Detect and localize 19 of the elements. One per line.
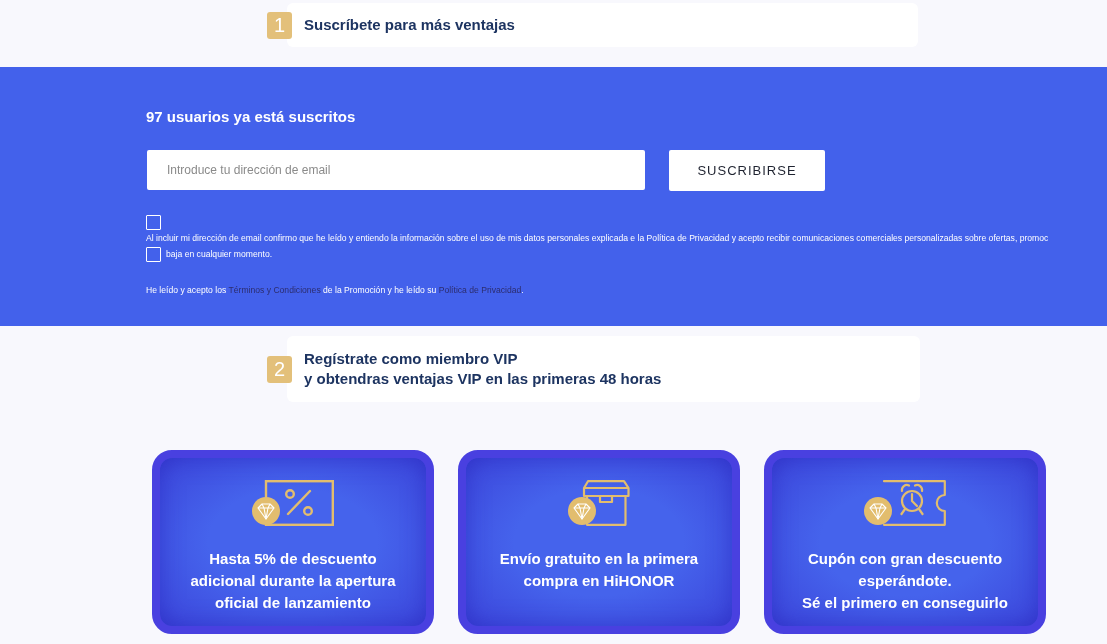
box-diamond-icon [568, 480, 630, 526]
subscriber-count: 97 usuarios ya está suscritos [146, 108, 356, 126]
inline-link[interactable]: Términos y Condiciones [228, 285, 321, 295]
consent-text: Al incluir mi dirección de email confirmo que he leído y entiendo la información sobre el uso de mis datos personales explicada e la Política de Privacidad y acepto recibir comunicaciones comerciales personalizadas sobre ofertas, promoc [146, 232, 1049, 245]
consent-checkbox[interactable] [146, 215, 161, 230]
email-field[interactable]: Introduce tu dirección de email [147, 150, 645, 190]
step-title: Suscríbete para más ventajas [304, 15, 515, 35]
step-number: 1 [267, 11, 292, 39]
alarm-clock-ticket-diamond-icon [864, 480, 946, 526]
subscribe-button[interactable]: SUSCRIBIRSE [669, 150, 825, 191]
benefit-text: Envío gratuito en la primera compra en HiHONOR [499, 549, 699, 591]
step-title: Regístrate como miembro VIP y obtendras ventajas VIP en las primeras 48 horas [304, 349, 662, 389]
consent-text: baja en cualquier momento. [166, 248, 273, 261]
terms-text: He leído y acepto los Términos y Condiciones de la Promoción y he leído su Política de Privacidad. [146, 284, 524, 297]
terms-checkbox[interactable] [146, 246, 161, 262]
benefit-text: Hasta 5% de descuento adicional durante la apertura oficial de lanzamiento [190, 549, 396, 613]
percent-ticket-diamond-icon [252, 480, 334, 526]
benefit-text: Cupón con gran descuento esperándote. Sé el primero en conseguirlo [802, 549, 1008, 613]
step-number: 2 [267, 355, 292, 383]
